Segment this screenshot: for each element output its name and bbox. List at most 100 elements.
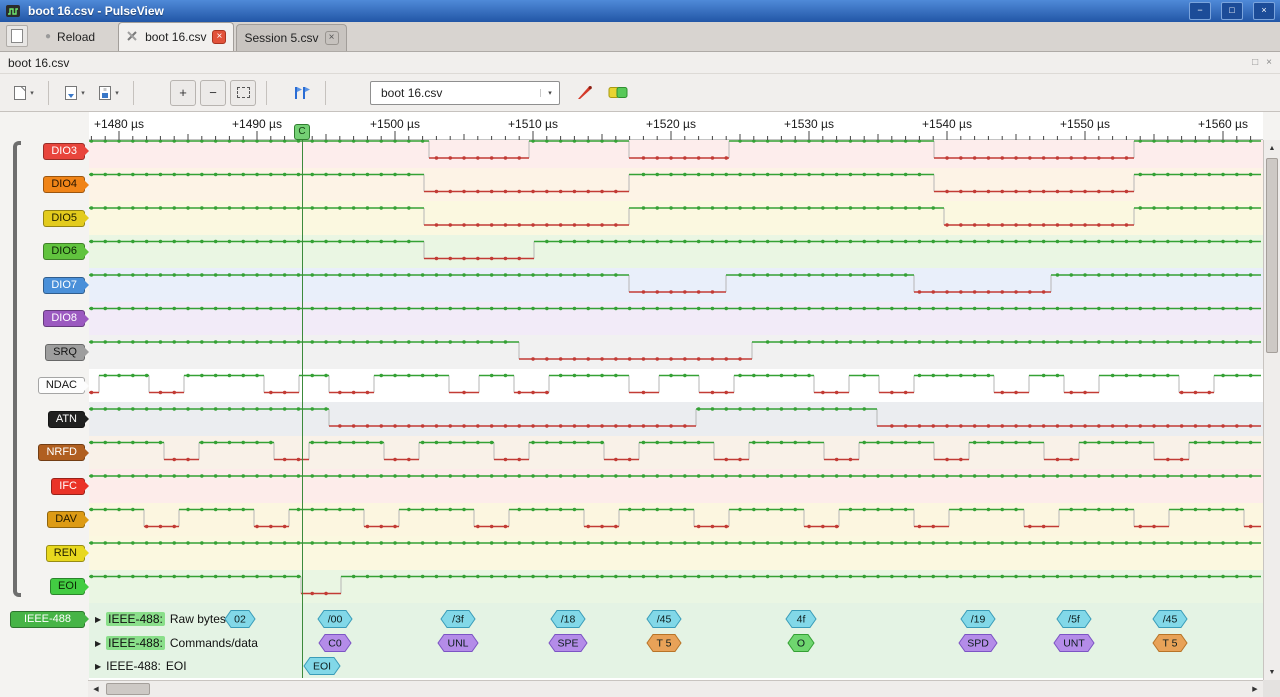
new-session-button[interactable] bbox=[6, 25, 28, 47]
vertical-scrollbar-thumb[interactable] bbox=[1266, 158, 1278, 353]
scroll-right-button[interactable]: ▶ bbox=[1247, 681, 1263, 697]
maximize-button[interactable]: □ bbox=[1221, 2, 1243, 20]
close-button[interactable]: × bbox=[1253, 2, 1275, 20]
tab-session-5.csv[interactable]: Session 5.csv × bbox=[236, 24, 347, 51]
scroll-down-button[interactable]: ▼ bbox=[1264, 664, 1280, 680]
new-session-toolbar-button[interactable]: ▾ bbox=[8, 80, 38, 106]
svg-text:/45: /45 bbox=[1163, 614, 1178, 626]
svg-text:EOI: EOI bbox=[313, 661, 331, 673]
save-file-button[interactable]: ▾ bbox=[93, 80, 123, 106]
session-file-combobox[interactable]: boot 16.csv ▾ bbox=[370, 80, 560, 105]
scroll-up-button[interactable]: ▲ bbox=[1264, 140, 1280, 156]
wave-DAV bbox=[89, 507, 1261, 529]
svg-text:02: 02 bbox=[234, 614, 246, 626]
wave-DIO3 bbox=[89, 140, 1261, 160]
session-header: boot 16.csv □ × bbox=[0, 52, 1280, 74]
time-ruler[interactable]: +1480 µs +1490 µs +1500 µs +1510 µs +1520 µs… bbox=[89, 112, 1263, 140]
plot-area[interactable]: 02/00/3f/18/45 4f/19/5f/45 C0 UNL SPE T 5 O SPD… bbox=[89, 140, 1263, 680]
cursor-line[interactable] bbox=[302, 140, 303, 678]
signal-tag-DIO5[interactable]: DIO5 bbox=[43, 209, 89, 227]
tab-close-button[interactable]: × bbox=[212, 30, 227, 44]
configure-channels-button[interactable] bbox=[570, 80, 600, 106]
decoder-row-label-2[interactable]: ▶ IEEE-488: EOI bbox=[95, 658, 187, 675]
toolbar-separator bbox=[266, 80, 267, 105]
zoom-out-button[interactable]: − bbox=[200, 79, 226, 106]
signal-tag-ATN[interactable]: ATN bbox=[47, 410, 90, 428]
decoder-tag-IEEE-488[interactable]: IEEE-488 bbox=[10, 610, 89, 628]
signal-tag-SRQ[interactable]: SRQ bbox=[45, 343, 89, 361]
signal-tag-DIO7[interactable]: DIO7 bbox=[43, 276, 89, 294]
signal-tag-REN[interactable]: REN bbox=[45, 544, 90, 562]
zoom-fit-icon bbox=[236, 87, 250, 98]
horizontal-scrollbar-thumb[interactable] bbox=[106, 683, 150, 695]
blank-page-icon bbox=[11, 29, 23, 43]
signal-tag-DIO6[interactable]: DIO6 bbox=[43, 243, 89, 260]
signal-tag-DAV[interactable]: DAV bbox=[47, 511, 89, 528]
zoom-fit-button[interactable] bbox=[230, 79, 256, 106]
float-view-button[interactable]: □ bbox=[1252, 57, 1258, 68]
wave-EOI bbox=[89, 574, 1261, 596]
signal-tag-DIO4[interactable]: DIO4 bbox=[43, 176, 89, 193]
decoder-row-prefix: IEEE-488: bbox=[106, 612, 165, 626]
svg-text:/00: /00 bbox=[328, 614, 343, 626]
wave-NRFD bbox=[89, 440, 1261, 462]
signal-tag-IFC[interactable]: IFC bbox=[51, 477, 89, 495]
svg-text:SPE: SPE bbox=[557, 638, 578, 650]
wrench-icon bbox=[126, 29, 139, 45]
open-file-button[interactable]: ▾ bbox=[59, 80, 89, 106]
close-view-button[interactable]: × bbox=[1266, 57, 1272, 68]
horizontal-scrollbar[interactable]: ◀ ▶ bbox=[88, 680, 1263, 697]
signal-tag-DIO8[interactable]: DIO8 bbox=[43, 310, 89, 327]
svg-text:UNT: UNT bbox=[1063, 638, 1085, 650]
svg-text:O: O bbox=[797, 638, 805, 650]
tab-bar: ● Reload boot 16.csv × Session 5.csv × bbox=[0, 22, 1280, 52]
cursors-icon bbox=[295, 86, 310, 99]
toolbar-separator bbox=[48, 80, 49, 105]
wave-ATN bbox=[89, 407, 1261, 428]
signal-tag-EOI[interactable]: EOI bbox=[50, 578, 89, 595]
expander-icon[interactable]: ▶ bbox=[95, 639, 101, 648]
titlebar: boot 16.csv - PulseView − □ × bbox=[0, 0, 1280, 22]
cursor-flag[interactable]: C bbox=[294, 124, 310, 140]
reload-button[interactable]: ● Reload bbox=[36, 27, 104, 47]
toolbar-separator bbox=[133, 80, 134, 105]
show-cursors-button[interactable] bbox=[285, 80, 315, 106]
main-toolbar: ▾ ▾ ▾ + − boot 16.csv ▾ bbox=[0, 74, 1280, 112]
signal-tag-DIO3[interactable]: DIO3 bbox=[43, 142, 89, 160]
decoder-row-label-0[interactable]: ▶ IEEE-488: Raw bytes bbox=[95, 611, 226, 628]
reload-label: Reload bbox=[57, 30, 96, 44]
decoder-annotations: 02/00/3f/18/45 4f/19/5f/45 C0 UNL SPE T 5 O SPD… bbox=[224, 610, 1188, 675]
signal-tag-NDAC[interactable]: NDAC bbox=[37, 377, 90, 394]
save-file-icon bbox=[99, 85, 112, 100]
svg-text:UNL: UNL bbox=[447, 638, 468, 650]
add-decoder-button[interactable] bbox=[604, 80, 634, 106]
tab-strip: boot 16.csv × Session 5.csv × bbox=[118, 22, 347, 51]
trace-group-bracket[interactable] bbox=[13, 141, 21, 597]
new-file-icon bbox=[14, 85, 27, 100]
open-dropdown-arrow-icon: ▾ bbox=[81, 89, 85, 97]
combobox-value: boot 16.csv bbox=[381, 85, 443, 100]
scroll-left-button[interactable]: ◀ bbox=[88, 681, 104, 697]
probe-icon bbox=[578, 85, 592, 99]
new-dropdown-arrow-icon: ▾ bbox=[30, 89, 34, 97]
svg-text:/3f: /3f bbox=[452, 614, 464, 626]
decoder-icon bbox=[608, 87, 628, 98]
vertical-scrollbar[interactable]: ▲ ▼ bbox=[1263, 140, 1280, 680]
zoom-in-button[interactable]: + bbox=[170, 79, 196, 106]
wave-DIO6 bbox=[89, 239, 1261, 261]
tab-close-button[interactable]: × bbox=[324, 31, 339, 45]
decoder-row-name: Raw bytes bbox=[169, 612, 226, 626]
wave-NDAC bbox=[89, 373, 1261, 395]
minimize-button[interactable]: − bbox=[1189, 2, 1211, 20]
decoder-row-prefix: IEEE-488: bbox=[106, 659, 161, 673]
expander-icon[interactable]: ▶ bbox=[95, 615, 101, 624]
window-title: boot 16.csv - PulseView bbox=[28, 4, 164, 18]
signal-tag-NRFD[interactable]: NRFD bbox=[38, 444, 89, 461]
wave-DIO5 bbox=[89, 206, 1261, 227]
scrollbar-corner bbox=[1263, 680, 1280, 697]
tab-label: Session 5.csv bbox=[244, 31, 319, 45]
tab-boot-16.csv[interactable]: boot 16.csv × bbox=[118, 22, 235, 51]
expander-icon[interactable]: ▶ bbox=[95, 662, 101, 671]
decoder-row-name: Commands/data bbox=[169, 636, 258, 650]
decoder-row-label-1[interactable]: ▶ IEEE-488: Commands/data bbox=[95, 635, 258, 652]
